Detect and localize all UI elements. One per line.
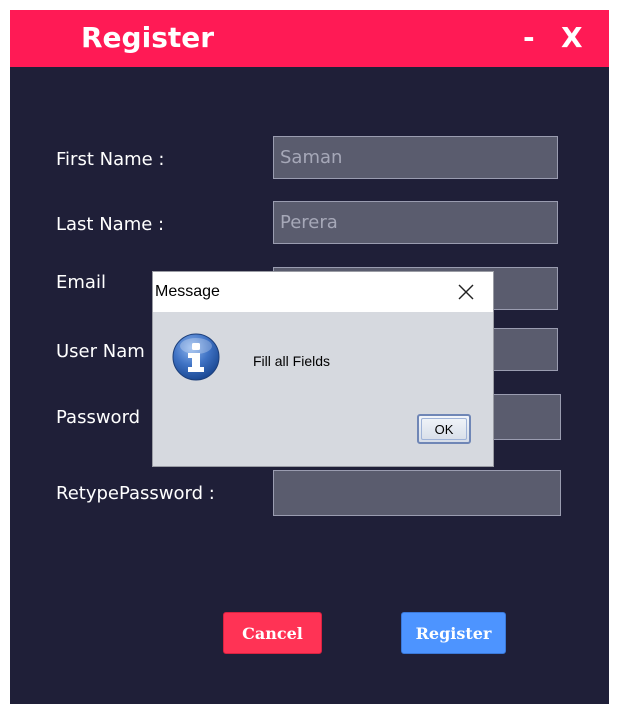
dialog-close-icon[interactable]	[451, 277, 481, 307]
info-icon	[172, 333, 220, 381]
retype-password-label: RetypePassword :	[56, 483, 215, 504]
last-name-field[interactable]	[273, 201, 558, 244]
ok-button[interactable]: OK	[417, 414, 471, 444]
last-name-label: Last Name :	[56, 214, 165, 235]
user-name-label: User Nam	[56, 341, 145, 362]
email-label: Email	[56, 272, 106, 293]
dialog-title: Message	[155, 283, 220, 300]
cancel-button[interactable]: Cancel	[223, 612, 322, 654]
register-button[interactable]: Register	[401, 612, 506, 654]
title-bar: Register - X	[10, 10, 609, 67]
first-name-field[interactable]	[273, 136, 558, 179]
close-button[interactable]: X	[561, 20, 583, 56]
minimize-button[interactable]: -	[523, 20, 535, 56]
message-dialog: Message Fill all Fields OK	[152, 271, 494, 467]
retype-password-field[interactable]	[273, 470, 561, 516]
dialog-title-bar: Message	[153, 272, 493, 312]
window-title: Register	[81, 21, 215, 54]
password-label: Password	[56, 407, 141, 428]
first-name-label: First Name :	[56, 149, 165, 170]
dialog-message: Fill all Fields	[253, 353, 331, 369]
